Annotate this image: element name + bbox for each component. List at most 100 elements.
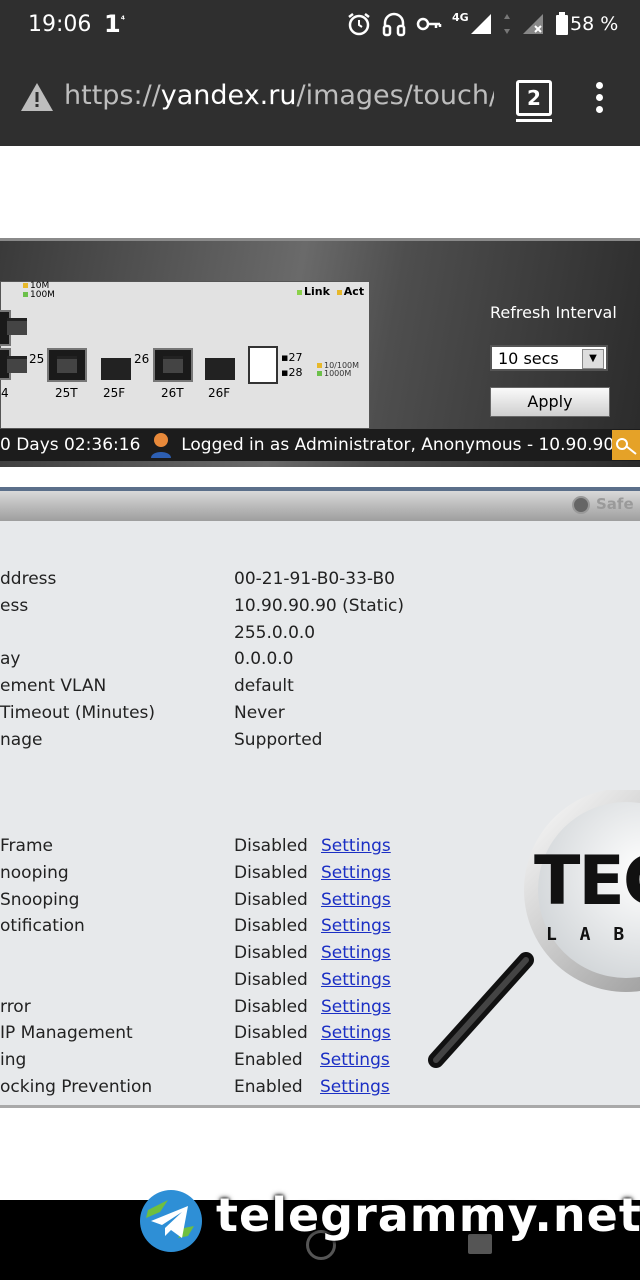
port-label-26f: 26F — [208, 386, 231, 400]
port-26f[interactable] — [205, 358, 235, 380]
port-24-lower[interactable] — [0, 348, 27, 380]
speed-legend: 10M 100M — [23, 282, 55, 300]
sim-indicator: 1⁴ — [104, 10, 126, 38]
settings-link[interactable]: Settings — [321, 916, 391, 936]
info-row: ddress 00-21-91-B0-33-B0 — [0, 569, 640, 593]
port-25f[interactable] — [101, 358, 131, 380]
feature-label: otification — [0, 916, 85, 936]
port-label-26t: 26T — [161, 386, 184, 400]
refresh-interval-label: Refresh Interval — [490, 303, 617, 322]
port-label-25f: 25F — [103, 386, 126, 400]
alarm-icon — [348, 13, 370, 36]
info-row: ess 10.90.90.90 (Static) — [0, 596, 640, 620]
link-act-legend: Link Act — [297, 285, 364, 298]
browser-toolbar: https://yandex.ru/images/touch/s 2 — [0, 48, 640, 146]
feature-label: nooping — [0, 863, 69, 883]
settings-link[interactable]: Settings — [320, 1050, 390, 1070]
settings-link[interactable]: Settings — [321, 943, 391, 963]
safeguard-indicator: Safe — [572, 495, 634, 514]
port-24[interactable] — [0, 310, 27, 346]
info-label: ddress — [0, 569, 57, 589]
feature-status: Disabled — [234, 863, 308, 883]
info-value: 10.90.90.90 (Static) — [234, 596, 405, 616]
logout-key-icon[interactable] — [612, 430, 640, 460]
key-icon — [416, 17, 442, 31]
port-26t[interactable] — [153, 348, 193, 382]
feature-label: Frame — [0, 836, 53, 856]
session-status-bar: 0 Days 02:36:16 Logged in as Administrat… — [0, 429, 640, 461]
settings-link[interactable]: Settings — [321, 1023, 391, 1043]
address-bar[interactable]: https://yandex.ru/images/touch/s — [64, 80, 494, 111]
sfp-slot[interactable] — [248, 346, 278, 384]
feature-status: Disabled — [234, 890, 308, 910]
telegram-logo-icon — [140, 1190, 202, 1252]
settings-link[interactable]: Settings — [321, 836, 391, 856]
feature-label: ocking Prevention — [0, 1077, 153, 1097]
status-bar: 19:06 1⁴ 4G 58 % — [0, 0, 640, 48]
port-label-24: 4 — [1, 386, 9, 400]
port-label-26: 26 — [134, 352, 150, 366]
settings-link[interactable]: Settings — [320, 1077, 390, 1097]
port-label-27: ▪27 — [281, 351, 303, 364]
magnifier-logo: TEC L A B — [416, 788, 640, 1080]
signal-icon — [470, 14, 491, 34]
info-value: 00-21-91-B0-33-B0 — [234, 569, 395, 589]
refresh-interval-select[interactable]: 10 secs ▼ — [490, 345, 608, 371]
feature-status: Disabled — [234, 970, 308, 990]
info-row: Timeout (Minutes) Never — [0, 703, 640, 727]
apply-button[interactable]: Apply — [490, 387, 610, 417]
info-row: nage Supported — [0, 730, 640, 754]
feature-label: Snooping — [0, 890, 80, 910]
settings-link[interactable]: Settings — [321, 970, 391, 990]
tab-switcher-button[interactable]: 2 — [516, 80, 552, 122]
info-label: Timeout (Minutes) — [0, 703, 156, 723]
settings-link[interactable]: Settings — [321, 997, 391, 1017]
feature-status: Disabled — [234, 916, 308, 936]
settings-link[interactable]: Settings — [321, 863, 391, 883]
feature-status: Enabled — [234, 1077, 303, 1097]
watermark: telegrammy.net — [138, 1186, 640, 1256]
feature-label: IP Management — [0, 1023, 133, 1043]
login-text: Logged in as Administrator, Anonymous - … — [181, 435, 640, 455]
feature-row: ocking Prevention Enabled Settings — [0, 1077, 640, 1101]
port-label-25: 25 — [29, 352, 45, 366]
logo-subtext: L A B — [546, 924, 631, 945]
data-arrows-icon — [503, 14, 510, 34]
feature-label: rror — [0, 997, 31, 1017]
no-signal-icon — [522, 14, 543, 34]
battery-icon — [555, 12, 568, 35]
port-25t[interactable] — [47, 348, 87, 382]
info-value: Supported — [234, 730, 323, 750]
info-row: 255.0.0.0 — [0, 623, 640, 647]
overflow-menu-icon[interactable] — [596, 82, 608, 118]
user-icon — [150, 433, 171, 458]
info-row: ay 0.0.0.0 — [0, 649, 640, 673]
feature-status: Disabled — [234, 943, 308, 963]
network-type: 4G — [452, 10, 469, 24]
status-icons: 4G — [346, 10, 569, 38]
feature-label: ing — [0, 1050, 27, 1070]
feature-status: Disabled — [234, 997, 308, 1017]
info-value: Never — [234, 703, 285, 723]
headphones-icon — [382, 12, 406, 37]
info-label: ess — [0, 596, 29, 616]
safeguard-icon — [572, 495, 590, 514]
info-value: 255.0.0.0 — [234, 623, 316, 643]
info-row: ement VLAN default — [0, 676, 640, 700]
logo-text: TEC — [534, 842, 640, 921]
status-time: 19:06 — [28, 12, 92, 37]
window-titlebar: Safe — [0, 491, 640, 521]
port-label-25t: 25T — [55, 386, 78, 400]
watermark-text: telegrammy.net — [216, 1188, 640, 1242]
info-value: 0.0.0.0 — [234, 649, 294, 669]
info-value: default — [234, 676, 294, 696]
feature-status: Enabled — [234, 1050, 303, 1070]
settings-link[interactable]: Settings — [321, 890, 391, 910]
battery-percent: 58 % — [570, 13, 619, 35]
uptime-text: 0 Days 02:36:16 — [0, 435, 141, 455]
chevron-down-icon[interactable]: ▼ — [582, 349, 604, 369]
port-speed-legend: 10/100M 1000M — [317, 362, 359, 378]
warning-icon[interactable] — [20, 82, 54, 112]
feature-status: Disabled — [234, 1023, 308, 1043]
info-label: ay — [0, 649, 21, 669]
